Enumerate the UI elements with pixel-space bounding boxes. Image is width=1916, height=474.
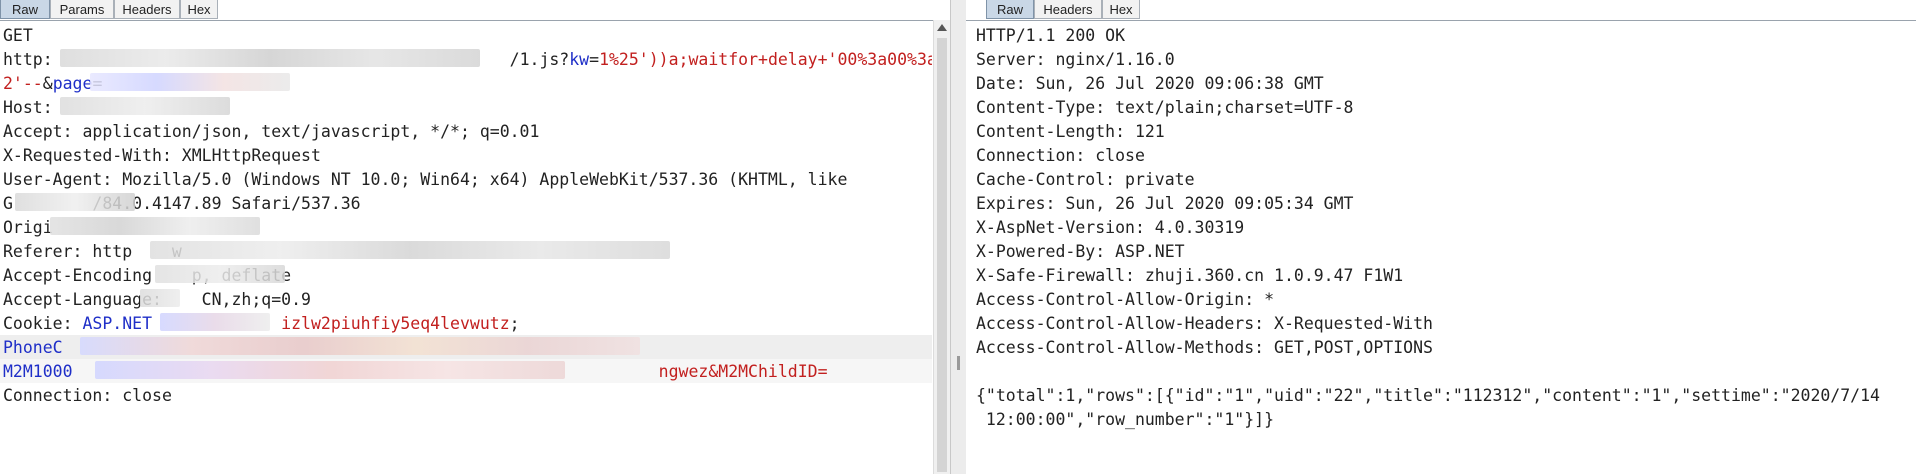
request-line: 2'--&page= [3, 72, 102, 96]
response-line: 12:00:00","row_number":"1"}]} [976, 410, 1275, 429]
response-line: Connection: close [976, 146, 1145, 165]
redaction-mask [15, 193, 135, 211]
request-tab-bar: Raw Params Headers Hex [0, 0, 950, 21]
response-line: Access-Control-Allow-Headers: X-Requeste… [976, 314, 1433, 333]
response-panel: Raw Headers Hex HTTP/1.1 200 OK Server: n… [966, 0, 1916, 474]
request-line-segment: = [589, 50, 600, 69]
response-line: X-AspNet-Version: 4.0.30319 [976, 218, 1245, 237]
response-line: X-Powered-By: ASP.NET [976, 242, 1185, 261]
request-line-segment: izlw2piuhfiy5eq4levwutz [281, 314, 510, 333]
scrollbar-thumb[interactable] [937, 38, 947, 472]
request-tab-params[interactable]: Params [50, 0, 114, 19]
request-panel: Raw Params Headers Hex GET http: /1.js?kw… [0, 0, 950, 474]
request-line-segment: Accept: application/json, text/javascrip… [3, 122, 540, 141]
request-line-segment: ASP.NET [82, 314, 153, 333]
response-tab-raw[interactable]: Raw [986, 0, 1034, 19]
request-line-segment: 1%25'))a;waitfor+delay+'00%3a00%3a0 [599, 50, 932, 69]
request-line: GET [3, 24, 33, 48]
scroll-up-arrow-icon[interactable] [937, 24, 947, 31]
request-tab-headers[interactable]: Headers [114, 0, 180, 19]
request-line-segment: page [52, 74, 93, 93]
request-line-segment: ngwez&M2MChildID= [658, 362, 828, 381]
request-line-segment: 2'-- [3, 74, 43, 93]
response-tab-bar: Raw Headers Hex [966, 0, 1916, 21]
response-line: Access-Control-Allow-Methods: GET,POST,O… [976, 338, 1433, 357]
redaction-mask [155, 265, 285, 283]
request-line-segment: GET [3, 26, 33, 45]
request-line-segment: /1.js? [509, 50, 570, 69]
request-line: PhoneC [3, 336, 63, 360]
splitter-grip-icon[interactable] [957, 356, 960, 370]
request-line-segment: Cookie: [3, 314, 83, 333]
response-line: Access-Control-Allow-Origin: * [976, 290, 1275, 309]
redaction-mask [160, 313, 270, 331]
response-line: Content-Type: text/plain;charset=UTF-8 [976, 98, 1354, 117]
redaction-mask [95, 361, 565, 379]
request-line-segment: X-Requested-With: XMLHttpRequest [3, 146, 321, 165]
redaction-mask [140, 289, 180, 307]
redaction-mask [60, 49, 480, 67]
request-line-segment: http: [3, 50, 53, 69]
response-line: {"total":1,"rows":[{"id":"1","uid":"22",… [976, 386, 1880, 405]
redaction-mask [150, 241, 670, 259]
response-tab-hex[interactable]: Hex [1102, 0, 1140, 19]
request-editor[interactable]: GET http: /1.js?kw=1%25'))a;waitfor+delay… [0, 22, 932, 474]
request-line-segment: Connection: close [3, 386, 172, 405]
request-line-segment: & [42, 74, 53, 93]
request-line-segment: Origi [3, 218, 53, 237]
request-line: Host: [3, 96, 53, 120]
request-line: User-Agent: Mozilla/5.0 (Windows NT 10.0… [3, 168, 847, 192]
request-line: Accept: application/json, text/javascrip… [3, 120, 539, 144]
request-line-segment: User-Agent: Mozilla/5.0 (Windows NT 10.0… [3, 170, 848, 189]
request-tab-hex[interactable]: Hex [180, 0, 218, 19]
request-line-segment: kw [569, 50, 590, 69]
response-line: Content-Length: 121 [976, 122, 1165, 141]
response-editor[interactable]: HTTP/1.1 200 OK Server: nginx/1.16.0 Date:… [976, 22, 1898, 474]
request-line-segment: M2M1000 [3, 362, 73, 381]
redaction-mask [60, 97, 230, 115]
response-line: HTTP/1.1 200 OK [976, 26, 1126, 45]
request-tab-raw[interactable]: Raw [0, 0, 50, 19]
response-line: X-Safe-Firewall: zhuji.360.cn 1.0.9.47 F… [976, 266, 1404, 285]
redaction-mask [50, 217, 260, 235]
request-line: X-Requested-With: XMLHttpRequest [3, 144, 321, 168]
request-line-segment: Host: [3, 98, 53, 117]
request-line-segment: ; [509, 314, 520, 333]
response-tab-headers[interactable]: Headers [1034, 0, 1102, 19]
response-line: Expires: Sun, 26 Jul 2020 09:05:34 GMT [976, 194, 1354, 213]
response-line: Cache-Control: private [976, 170, 1195, 189]
request-line-segment: PhoneC [3, 338, 63, 357]
response-line: Date: Sun, 26 Jul 2020 09:06:38 GMT [976, 74, 1324, 93]
request-scrollbar[interactable] [933, 20, 950, 474]
response-line: Server: nginx/1.16.0 [976, 50, 1175, 69]
request-line: Connection: close [3, 384, 172, 408]
request-line: Origi [3, 216, 53, 240]
redaction-mask [80, 337, 640, 355]
redaction-mask [90, 73, 290, 91]
